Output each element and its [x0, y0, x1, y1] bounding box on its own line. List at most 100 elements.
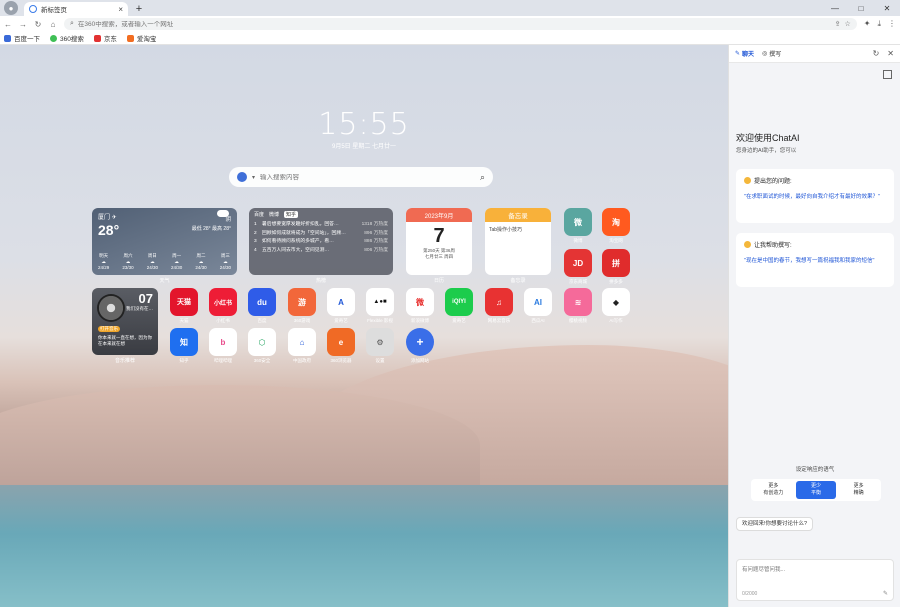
memo-widget[interactable]: 备忘录 Tab操作小技巧 [485, 208, 551, 275]
app-icon[interactable]: JD [564, 249, 592, 277]
music-widget[interactable]: 07 我们没有在… 打开音乐 你本来就一直在想，因为你在本来就在想 [92, 288, 158, 355]
tab-close-button[interactable]: × [118, 5, 123, 14]
maximize-button[interactable]: □ [848, 4, 874, 13]
forward-button[interactable]: → [19, 20, 27, 29]
app-icon[interactable]: A [327, 288, 355, 316]
hot-row[interactable]: 1 暑后想要宽厚发趣好折扣乱，回答… 1318 万热度 [254, 221, 388, 230]
search-box[interactable]: ▾ ⌕ [229, 167, 493, 187]
app-icon[interactable]: 天猫 [170, 288, 198, 316]
search-input[interactable] [260, 173, 475, 181]
tone-precise[interactable]: 更多 精确 [838, 481, 879, 499]
send-icon[interactable]: ✎ [883, 590, 888, 597]
app-icon[interactable]: 微 [406, 288, 434, 316]
app-icon[interactable]: 小红书 [209, 288, 237, 316]
hot-row[interactable]: 2 回顾如何成就将成为「空间站」，回顾… 896 万热度 [254, 230, 388, 239]
hot-row[interactable]: 3 如何看待顾问系统的多城产，看… 886 万热度 [254, 238, 388, 247]
app-icon[interactable]: 淘 [602, 208, 630, 236]
refresh-icon[interactable]: ↻ [873, 49, 880, 58]
app-icon[interactable]: 游 [288, 288, 316, 316]
back-button[interactable]: ← [4, 20, 12, 29]
music-play-button[interactable]: 打开音乐 [98, 326, 120, 332]
chat-welcome-subtitle: 您身边的AI助手，您可以 [736, 148, 797, 154]
minimize-button[interactable]: — [822, 4, 848, 13]
hot-tab[interactable]: 百度 [254, 211, 264, 218]
sample-writing-prompt[interactable]: "现在是中国的春节，我想写一篇祝福我和我家的短信" [744, 257, 886, 265]
hot-list-label: 热榜 [315, 278, 326, 284]
download-icon[interactable]: ⤓ [877, 19, 881, 29]
app-icon[interactable]: 知 [170, 328, 198, 356]
char-counter: 0/2000 [742, 591, 758, 597]
add-site-icon[interactable]: + [406, 328, 434, 356]
app-icon[interactable]: ▲●■ [366, 288, 394, 316]
active-tab[interactable]: 新标签页 × [24, 2, 128, 16]
address-input[interactable] [77, 20, 831, 28]
music-label: 音乐推荐 [114, 358, 135, 364]
search-icon[interactable]: ⌕ [480, 172, 485, 183]
forecast-day: 明天 ☁ 24/29 [98, 253, 110, 270]
forecast-day: 周六 ☁ 23/30 [122, 253, 134, 270]
reload-button[interactable]: ↻ [34, 20, 42, 29]
profile-avatar-icon[interactable]: ● [4, 1, 18, 15]
tab-chat[interactable]: ✎ 聊天 [735, 49, 754, 58]
app-label: 360安全 [253, 358, 271, 363]
tone-creative[interactable]: 更多 有创造力 [753, 481, 794, 499]
app-label: 360游戏 [293, 318, 311, 323]
bookmark-label: 百度一下 [14, 36, 40, 43]
sample-question[interactable]: "在求职面试的时候，最好向自我介绍才有最好的效果？" [744, 193, 886, 201]
bookmark-item[interactable]: 爱淘宝 [126, 33, 156, 43]
app-icon[interactable]: AI [524, 288, 552, 316]
settings-icon[interactable]: ⚙ [366, 328, 394, 356]
engine-dropdown-icon[interactable]: ▾ [252, 174, 255, 181]
search-engine-icon[interactable] [237, 172, 247, 182]
bookmark-star-icon[interactable]: ☆ [844, 20, 850, 28]
app-icon[interactable]: ◆ [602, 288, 630, 316]
app-icon[interactable]: ⌂ [288, 328, 316, 356]
app-label: 小红书 [216, 318, 230, 323]
weather-widget[interactable]: 厦门 ✈ 28° 阴 最低 28° 最高 28° 明天 ☁ 24/29 周六 ☁ 23/… [92, 208, 237, 275]
hot-tab[interactable]: 微博 [269, 211, 279, 218]
app-icon[interactable]: b [209, 328, 237, 356]
ask-question-card[interactable]: 提出您的问题: "在求职面试的时候，最好向自我介绍才有最好的效果？" [736, 169, 894, 223]
address-bar[interactable]: ⌕ ⇪ ☆ [64, 18, 857, 30]
tone-selector: 更多 有创造力 更少 平衡 更多 精确 [751, 479, 881, 501]
new-tab-button[interactable]: + [132, 2, 146, 16]
qr-code-icon[interactable] [883, 70, 892, 79]
tab-strip: ● 新标签页 × + — □ ✕ [0, 0, 900, 16]
app-icon[interactable]: 拼 [602, 249, 630, 277]
app-icon[interactable]: e [327, 328, 355, 356]
close-window-button[interactable]: ✕ [874, 4, 900, 13]
extensions-icon[interactable]: ✦ [864, 19, 871, 29]
app-icon[interactable]: ≋ [564, 288, 592, 316]
bookmark-item[interactable]: 360搜索 [50, 33, 84, 43]
forecast-day: 周三 ☁ 24/30 [219, 253, 231, 270]
weather-forecast: 明天 ☁ 24/29 周六 ☁ 23/30 周日 ☁ 24/30 周一 ☁ 24/30 周二 ☁ 2… [98, 253, 231, 271]
weather-label: 天气 [159, 278, 170, 284]
tone-title: 设定响应的语气 [795, 467, 835, 473]
app-icon[interactable]: iQIYI [445, 288, 473, 316]
app-icon[interactable]: ⬡ [248, 328, 276, 356]
chat-input[interactable] [742, 565, 888, 585]
hot-list-widget[interactable]: 百度 微博 知乎 1 暑后想要宽厚发趣好折扣乱，回答… 1318 万热度 2 回顾如何… [249, 208, 393, 275]
app-icon[interactable]: 微 [564, 208, 592, 236]
weather-city: 厦门 ✈ [98, 215, 117, 221]
memo-header: 备忘录 [485, 208, 551, 222]
calendar-widget[interactable]: 2023年9月 7 第250天 第36周 七月廿三 周四 [406, 208, 472, 275]
tab-write[interactable]: ◎ 撰写 [762, 49, 781, 58]
menu-icon[interactable]: ⋮ [888, 19, 896, 29]
hot-tab-active[interactable]: 知乎 [284, 211, 299, 218]
share-icon[interactable]: ⇪ [835, 20, 841, 28]
close-icon[interactable]: ✕ [887, 49, 894, 58]
app-icon[interactable]: du [248, 288, 276, 316]
tone-balanced[interactable]: 更少 平衡 [795, 481, 837, 499]
home-button[interactable]: ⌂ [49, 20, 57, 29]
app-label: 爱奇艺 [452, 318, 466, 323]
bookmark-item[interactable]: 京东 [93, 33, 117, 43]
suggestion-chip[interactable]: 欢迎回来!你想要讨论什么? [736, 517, 814, 531]
bookmark-item[interactable]: 百度一下 [4, 33, 40, 43]
new-tab-page: 15:55 9月5日 星期二 七月廿一 ▾ ⌕ 厦门 ✈ 28° 阴 最低 28… [0, 45, 728, 607]
hot-row[interactable]: 4 五百万人同去市大，空间见测… 806 万热度 [254, 247, 388, 256]
calendar-label: 日历 [433, 278, 444, 284]
help-write-card[interactable]: 让我帮助撰写: "现在是中国的春节，我想写一篇祝福我和我家的短信" [736, 233, 894, 287]
app-label: 天猫 [179, 318, 189, 323]
app-icon[interactable]: ♫ [485, 288, 513, 316]
